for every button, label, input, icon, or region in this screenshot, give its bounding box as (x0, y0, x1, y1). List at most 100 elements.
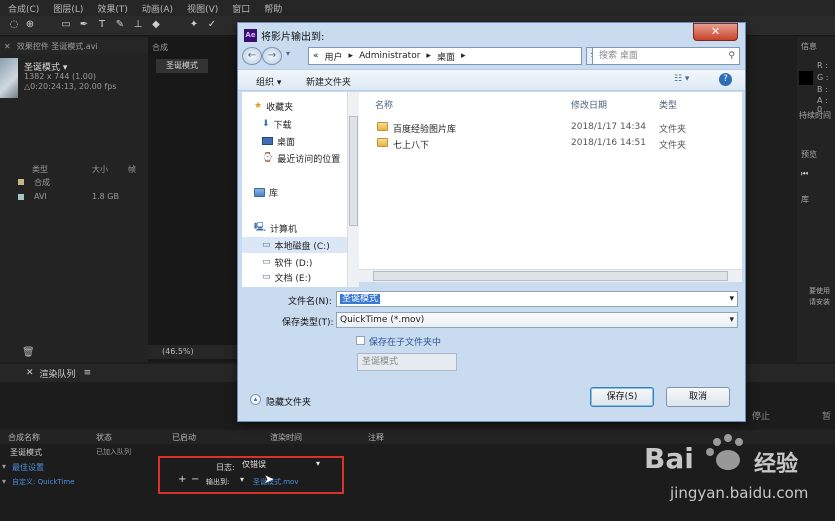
tab-composition[interactable]: 圣诞模式 (156, 59, 208, 73)
project-row-type[interactable]: 合成 (34, 177, 50, 188)
info-b: B : (817, 85, 828, 94)
organize-button[interactable]: 组织 ▾ (256, 75, 281, 88)
rectangle-tool-icon[interactable]: ▭ (60, 19, 72, 31)
hide-folders-link[interactable]: 隐藏文件夹 (266, 395, 311, 408)
column-type[interactable]: 类型 (32, 164, 48, 175)
filename-label: 文件名(N): (288, 297, 332, 307)
panel-menu-icon[interactable]: ≡ (84, 368, 92, 378)
puppet-tool-icon[interactable]: ✦ (188, 19, 200, 31)
nav-c-drive[interactable]: ▭ 本地磁盘 (C:) (242, 237, 352, 253)
queue-item-name[interactable]: 圣诞模式 (10, 447, 42, 458)
project-row-type[interactable]: AVI (34, 192, 47, 201)
menu-item-help[interactable]: 帮助 (264, 2, 282, 15)
menu-item-animation[interactable]: 动画(A) (142, 2, 173, 15)
file-row[interactable]: 百度经验图片库 2018/1/17 14:34 文件夹 (359, 120, 742, 136)
menu-item-view[interactable]: 视图(V) (187, 2, 218, 15)
nav-desktop[interactable]: 桌面 (242, 133, 352, 149)
chevron-right-icon[interactable]: ▸ (426, 51, 431, 61)
nav-computer[interactable]: 🖳 计算机 (242, 220, 352, 236)
output-module-link[interactable]: 自定义: QuickTime (12, 477, 75, 487)
savetype-select[interactable]: QuickTime (*.mov) ▾ (336, 312, 738, 328)
eraser-tool-icon[interactable]: ◆ (150, 19, 162, 31)
pan-behind-tool-icon[interactable]: ⊕ (24, 19, 36, 31)
menu-item-composition[interactable]: 合成(C) (8, 2, 39, 15)
filename-field[interactable]: 圣诞模式 ▾ (336, 291, 738, 307)
tab-render-queue[interactable]: 渲染队列 (40, 367, 76, 380)
address-bar[interactable]: « 用户 ▸ Administrator ▸ 桌面 ▸ (308, 47, 582, 65)
help-icon[interactable]: ? (719, 73, 732, 86)
column-type[interactable]: 类型 (659, 98, 677, 111)
pause-button[interactable]: 暂 (822, 409, 831, 422)
file-list-scrollbar[interactable] (359, 269, 742, 282)
menu-item-effect[interactable]: 效果(T) (97, 2, 128, 15)
type-tool-icon[interactable]: T (96, 19, 108, 31)
brush-tool-icon[interactable]: ✎ (114, 19, 126, 31)
search-input[interactable]: 搜索 桌面 ⚲ (592, 47, 740, 65)
column-frame[interactable]: 帧 (128, 164, 136, 175)
zoom-level[interactable]: (46.5%) (148, 345, 240, 359)
nav-e-drive[interactable]: ▭ 文档 (E:) (242, 271, 352, 283)
close-icon[interactable]: ✕ (4, 42, 11, 51)
subfolder-checkbox[interactable] (356, 336, 365, 345)
nav-d-drive[interactable]: ▭ 软件 (D:) (242, 254, 352, 270)
column-size[interactable]: 大小 (92, 164, 108, 175)
skip-to-start-icon[interactable]: ⏮ (801, 169, 808, 179)
column-comment[interactable]: 注释 (368, 432, 384, 443)
forward-arrow-icon[interactable]: → (262, 47, 282, 65)
column-status[interactable]: 状态 (96, 432, 112, 443)
save-button[interactable]: 保存(S) (590, 387, 654, 407)
nav-favorites[interactable]: ★ 收藏夹 (242, 98, 352, 114)
new-folder-button[interactable]: 新建文件夹 (306, 75, 351, 88)
nav-scrollbar[interactable] (347, 92, 359, 287)
close-icon[interactable]: ✕ (26, 368, 34, 378)
comp-panel-header: 合成 (152, 43, 168, 52)
subfolder-label[interactable]: 保存在子文件夹中 (369, 335, 441, 348)
label-color-swatch (18, 179, 24, 185)
expand-arrow-icon[interactable]: ▾ (2, 477, 6, 486)
clone-stamp-tool-icon[interactable]: ⊥ (132, 19, 144, 31)
pin-tool-icon[interactable]: ✓ (206, 19, 218, 31)
comp-dimensions: 1382 x 744 (1.00) (24, 72, 97, 81)
column-comp-name[interactable]: 合成名称 (8, 432, 40, 443)
breadcrumb-users[interactable]: 用户 (325, 50, 343, 63)
breadcrumb-administrator[interactable]: Administrator (359, 51, 420, 61)
column-name[interactable]: 名称 (375, 98, 393, 111)
trash-icon[interactable]: 🗑 (22, 347, 35, 358)
chevron-down-icon[interactable]: ▾ (729, 292, 734, 306)
download-folder-icon: ⬇ (262, 119, 270, 129)
history-dropdown-icon[interactable]: ▾ (286, 49, 290, 58)
file-row[interactable]: 七上八下 2018/1/16 14:51 文件夹 (359, 136, 742, 152)
breadcrumb-desktop[interactable]: 桌面 (437, 50, 455, 63)
library-note: 要使用 (809, 287, 830, 295)
chevron-right-icon[interactable]: ▸ (461, 51, 466, 61)
menu-item-layer[interactable]: 图层(L) (53, 2, 83, 15)
tab-effect-controls[interactable]: 效果控件 圣诞模式.avi (17, 41, 98, 52)
info-g: G : (817, 73, 829, 82)
filename-value: 圣诞模式 (340, 294, 381, 304)
close-button[interactable]: ✕ (693, 23, 738, 41)
scrollbar-thumb[interactable] (373, 271, 728, 281)
computer-icon: 🖳 (254, 223, 267, 233)
pen-tool-icon[interactable]: ✒ (78, 19, 90, 31)
render-settings-link[interactable]: 最佳设置 (12, 462, 44, 473)
stop-button[interactable]: 停止 (752, 409, 770, 422)
orbit-tool-icon[interactable]: ◌ (8, 19, 20, 31)
column-date[interactable]: 修改日期 (571, 98, 607, 111)
chevron-right-icon[interactable]: ▸ (349, 51, 354, 61)
preview-title[interactable]: 预览 (801, 149, 817, 160)
view-options-icon[interactable]: ☷ ▾ (674, 74, 689, 84)
chevron-up-icon[interactable]: ▴ (250, 394, 261, 405)
library-title[interactable]: 库 (801, 194, 809, 205)
breadcrumb-overflow[interactable]: « (313, 51, 319, 61)
column-render-time[interactable]: 渲染时间 (270, 432, 302, 443)
cancel-button[interactable]: 取消 (666, 387, 730, 407)
back-arrow-icon[interactable]: ← (242, 47, 262, 65)
star-icon: ★ (254, 101, 263, 111)
column-started[interactable]: 已启动 (172, 432, 196, 443)
scrollbar-thumb[interactable] (349, 116, 358, 226)
menu-item-window[interactable]: 窗口 (232, 2, 250, 15)
nav-libraries[interactable]: 库 (242, 184, 352, 200)
nav-recent[interactable]: ⌚ 最近访问的位置 (242, 150, 352, 166)
expand-arrow-icon[interactable]: ▾ (2, 462, 6, 471)
nav-downloads[interactable]: ⬇ 下载 (242, 116, 352, 132)
